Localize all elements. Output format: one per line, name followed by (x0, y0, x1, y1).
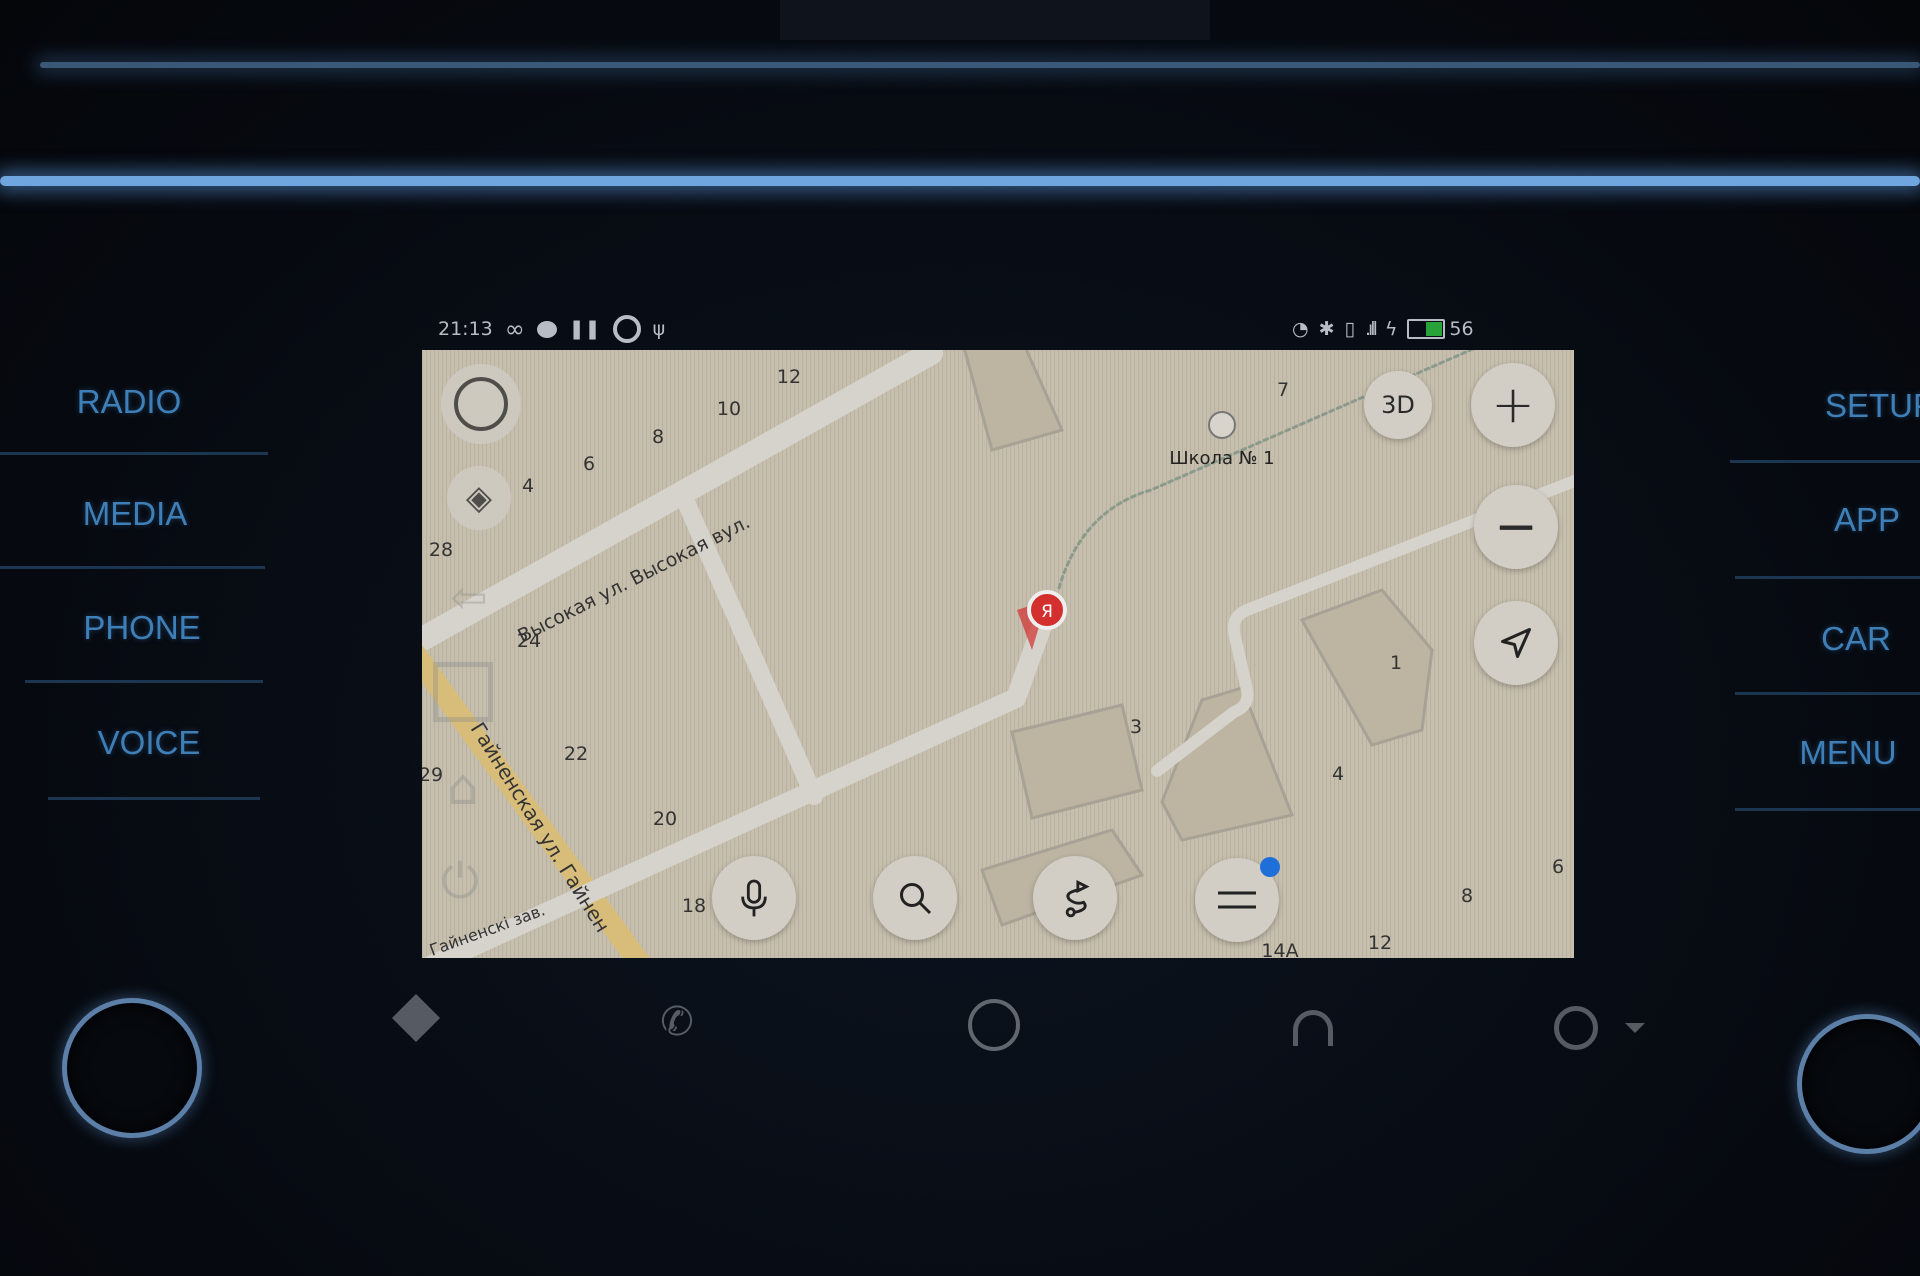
chat-bubble-icon (536, 320, 557, 338)
house-number: 8 (1461, 885, 1473, 907)
house-number: 12 (1368, 932, 1392, 954)
layers-icon: ◈ (465, 478, 493, 518)
house-number: 6 (1552, 856, 1564, 878)
microphone-icon (741, 879, 767, 917)
house-number: 1 (1390, 652, 1402, 674)
divider (0, 452, 268, 455)
school-icon[interactable] (1208, 411, 1236, 439)
menu-button[interactable]: MENU (1799, 734, 1896, 772)
search-icon (900, 883, 932, 915)
nfc-icon: ◔ (1292, 318, 1309, 340)
ambient-light-top (40, 62, 1920, 68)
vent-panel (780, 0, 1210, 40)
divider (1735, 808, 1920, 811)
home-circle-icon[interactable] (968, 999, 1020, 1051)
zoom-in-button[interactable]: + (1471, 363, 1555, 447)
hamburger-icon (1218, 891, 1256, 909)
house-number: 20 (653, 808, 677, 830)
house-number: 8 (652, 426, 664, 448)
volume-knob[interactable] (62, 998, 202, 1138)
location-arrow-icon (1501, 628, 1531, 658)
house-number: 28 (429, 539, 453, 561)
status-bar-right: ◔ ✱ ▯ .ıll ϟ 56 (1292, 312, 1474, 346)
notification-dot (1260, 857, 1280, 877)
media-button[interactable]: MEDIA (83, 495, 188, 533)
app-button[interactable]: APP (1834, 501, 1900, 539)
marker-label: Я (1041, 602, 1053, 622)
signal-icon: .ıll (1364, 318, 1378, 340)
radio-button[interactable]: RADIO (77, 383, 182, 421)
bluetooth-icon: ✱ (1318, 318, 1335, 340)
3d-button[interactable]: 3D (1364, 371, 1432, 439)
phone-icon[interactable]: ✆ (660, 999, 694, 1045)
car-button[interactable]: CAR (1821, 620, 1891, 658)
house-number: 4 (1332, 763, 1344, 785)
vibrate-icon: ▯ (1344, 318, 1355, 340)
my-location-button[interactable] (1474, 601, 1558, 685)
house-number: 22 (564, 743, 588, 765)
layers-button[interactable]: ◈ (447, 466, 511, 530)
tune-knob[interactable] (1797, 1014, 1920, 1154)
route-icon (1065, 879, 1090, 918)
house-number: 4 (522, 475, 534, 497)
voice-button[interactable]: VOICE (98, 724, 201, 762)
usb-icon: ψ (652, 318, 666, 340)
poi-label[interactable]: Школа № 1 (1169, 448, 1274, 469)
battery-fill (1425, 322, 1443, 336)
square-icon (433, 662, 493, 722)
divider (0, 566, 265, 569)
battery-percent: 56 (1449, 318, 1474, 340)
infinity-icon: ∞ (504, 315, 525, 343)
headphones-icon[interactable] (1293, 1010, 1333, 1046)
dropdown-arrow-icon[interactable] (1625, 1023, 1645, 1033)
compass-icon (454, 377, 508, 431)
charging-icon: ϟ (1384, 318, 1398, 340)
power-icon: ⏻ (441, 853, 479, 910)
house-number: 14A (1261, 940, 1298, 958)
house-number: 6 (583, 453, 595, 475)
setup-button[interactable]: SETUP (1825, 387, 1920, 425)
back-arrow-icon: ⇦ (450, 572, 488, 624)
divider (1735, 576, 1920, 579)
route-button[interactable] (1033, 856, 1117, 940)
house-number: 7 (1277, 379, 1289, 401)
divider (25, 680, 263, 683)
steering-wheel-icon (612, 315, 641, 343)
map-view[interactable]: Высокая ул. Высокая вул. Гайненская ул. … (422, 350, 1574, 958)
navigation-icon[interactable] (391, 993, 441, 1043)
house-number: 29 (422, 764, 443, 786)
house-number: 24 (517, 630, 541, 652)
pause-icon: ❚❚ (568, 318, 601, 340)
search-button[interactable] (873, 856, 957, 940)
home-icon: ⌂ (447, 758, 479, 816)
divider (1730, 460, 1920, 463)
ambient-light-strip (0, 176, 1920, 186)
voice-search-button[interactable] (712, 856, 796, 940)
map-canvas[interactable]: Высокая ул. Высокая вул. Гайненская ул. … (422, 350, 1574, 958)
divider (48, 797, 260, 800)
house-number: 3 (1130, 716, 1142, 738)
house-number: 18 (682, 895, 706, 917)
clock: 21:13 (438, 318, 493, 340)
car-dashboard-icon[interactable] (1554, 1006, 1598, 1050)
compass-button[interactable] (441, 364, 521, 444)
battery-icon (1407, 319, 1446, 339)
phone-button[interactable]: PHONE (83, 609, 200, 647)
divider (1735, 692, 1920, 695)
status-bar-left: 21:13 ∞ ❚❚ ψ (438, 312, 665, 346)
house-number: 10 (717, 398, 741, 420)
zoom-out-button[interactable]: − (1474, 485, 1558, 569)
house-number: 12 (777, 366, 801, 388)
